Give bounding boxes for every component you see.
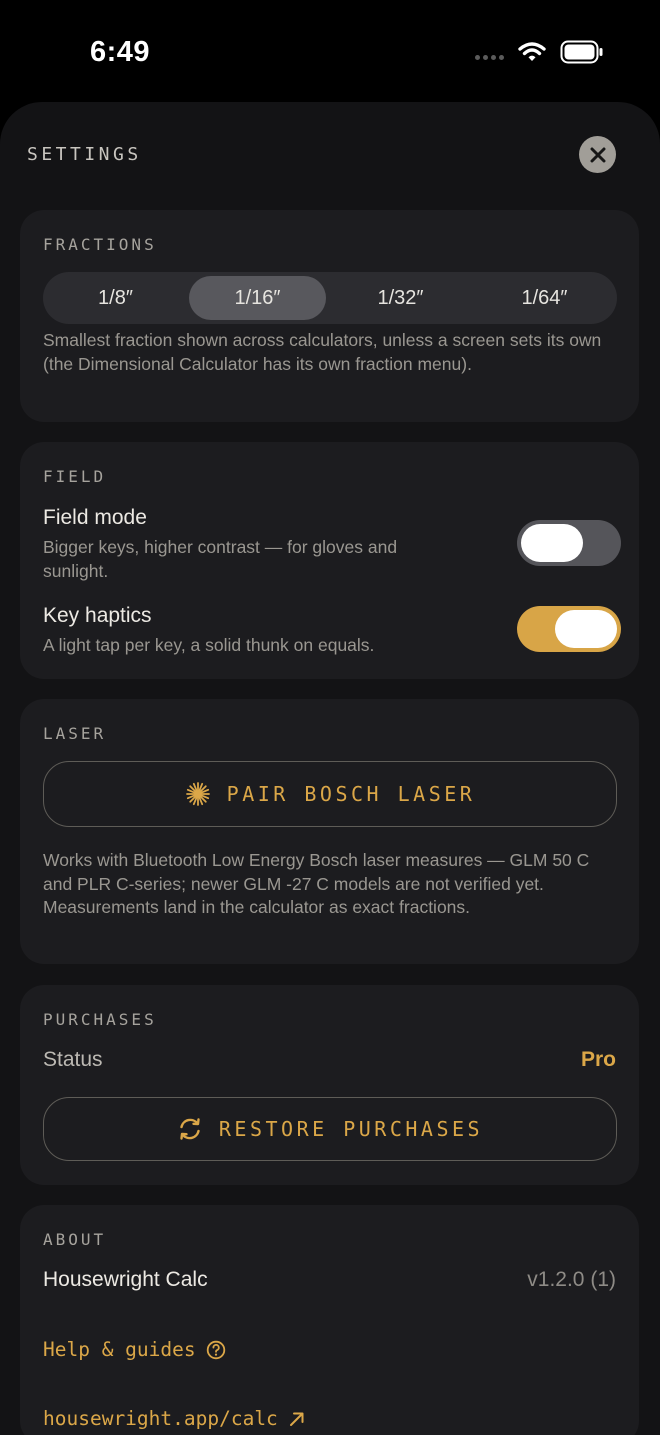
status-value: Pro <box>580 1048 616 1071</box>
fractions-card: FRACTIONS 1/8″ 1/16″ 1/32″ 1/64″ Smalles… <box>20 210 639 422</box>
fraction-option-1-8[interactable]: 1/8″ <box>47 276 184 320</box>
key-haptics-title: Key haptics <box>43 604 152 627</box>
fractions-description: Smallest fraction shown across calculato… <box>43 330 602 374</box>
field-mode-toggle[interactable] <box>517 520 621 566</box>
fractions-label: FRACTIONS <box>43 235 157 254</box>
help-guides-label: Help & guides <box>43 1338 196 1361</box>
purchases-label: PURCHASES <box>43 1010 157 1029</box>
refresh-icon <box>180 1118 200 1140</box>
status-time: 6:49 <box>90 36 151 68</box>
restore-purchases-label: RESTORE PURCHASES <box>218 1117 484 1141</box>
key-haptics-toggle[interactable] <box>517 606 621 652</box>
field-mode-title: Field mode <box>43 506 147 529</box>
field-card: FIELD Field mode Bigger keys, higher con… <box>20 442 639 679</box>
app-version: v1.2.0 (1) <box>527 1268 616 1291</box>
restore-purchases-button[interactable]: RESTORE PURCHASES <box>43 1097 617 1161</box>
laser-label: LASER <box>43 724 107 743</box>
about-card: ABOUT Housewright Calc v1.2.0 (1) Help &… <box>20 1205 639 1435</box>
website-label: housewright.app/calc <box>43 1407 278 1430</box>
field-mode-description: Bigger keys, higher contrast — for glove… <box>43 537 398 581</box>
battery-icon <box>560 40 603 64</box>
starburst-icon <box>185 782 210 806</box>
status-bar: 6:49 <box>0 0 660 100</box>
fraction-segmented-control: 1/8″ 1/16″ 1/32″ 1/64″ <box>43 272 617 324</box>
fraction-option-1-64[interactable]: 1/64″ <box>476 276 613 320</box>
fraction-option-1-16[interactable]: 1/16″ <box>189 276 326 320</box>
toggle-knob <box>521 524 583 562</box>
help-guides-link[interactable]: Help & guides <box>43 1338 226 1361</box>
close-icon <box>590 147 605 162</box>
status-icons <box>475 40 604 64</box>
status-label: Status <box>43 1048 103 1071</box>
page-title: SETTINGS <box>27 144 142 165</box>
wifi-icon <box>518 42 546 61</box>
field-label: FIELD <box>43 467 107 486</box>
cellular-signal-icon <box>475 54 504 60</box>
toggle-knob <box>555 610 617 648</box>
fraction-option-1-32[interactable]: 1/32″ <box>332 276 469 320</box>
pair-laser-label: PAIR BOSCH LASER <box>226 782 476 806</box>
about-label: ABOUT <box>43 1230 107 1249</box>
purchases-card: PURCHASES Status Pro RESTORE PURCHASES <box>20 985 639 1185</box>
key-haptics-description: A light tap per key, a solid thunk on eq… <box>43 635 375 655</box>
pair-laser-button[interactable]: PAIR BOSCH LASER <box>43 761 617 827</box>
help-circle-icon <box>206 1340 225 1359</box>
website-link[interactable]: housewright.app/calc <box>43 1407 306 1430</box>
arrow-up-right-icon <box>289 1412 304 1426</box>
laser-card: LASER PAIR BOSCH LASER Works with Blueto… <box>20 699 639 964</box>
laser-description: Works with Bluetooth Low Energy Bosch la… <box>43 850 590 917</box>
app-name: Housewright Calc <box>43 1268 208 1291</box>
close-button[interactable] <box>579 136 616 173</box>
